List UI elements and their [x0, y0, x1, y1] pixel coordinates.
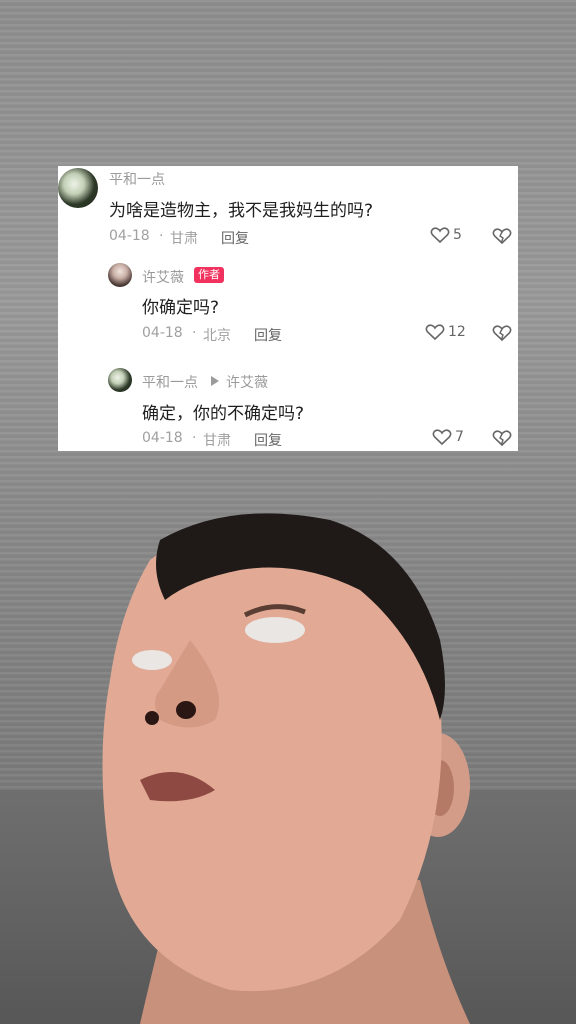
heart-icon: [425, 324, 445, 341]
comment-location: 甘肃: [170, 231, 198, 247]
broken-heart-icon[interactable]: [492, 429, 512, 447]
meta-separator: ·: [159, 228, 164, 244]
like-button[interactable]: 5: [430, 226, 462, 244]
comment-username[interactable]: 平和一点: [142, 372, 198, 392]
comment-text: 你确定吗?: [142, 298, 220, 318]
avatar[interactable]: [108, 263, 132, 287]
comment-date: 04-18: [142, 430, 183, 446]
like-count: 7: [455, 429, 464, 445]
avatar[interactable]: [58, 168, 98, 208]
comment-location: 甘肃: [203, 433, 231, 449]
author-badge: 作者: [194, 267, 224, 283]
broken-heart-icon[interactable]: [492, 324, 512, 342]
heart-icon: [430, 227, 450, 244]
reply-button[interactable]: 回复: [221, 228, 249, 248]
meta-separator: ·: [192, 430, 197, 446]
like-count: 12: [448, 324, 466, 340]
comment-username[interactable]: 许艾薇: [142, 267, 184, 287]
comment-text: 确定，你的不确定吗?: [142, 404, 305, 424]
reply-button[interactable]: 回复: [254, 430, 282, 450]
like-button[interactable]: 7: [432, 428, 464, 446]
broken-heart-icon[interactable]: [492, 227, 512, 245]
triangle-right-icon: [211, 376, 219, 386]
like-count: 5: [453, 227, 462, 243]
comment-text: 为啥是造物主，我不是我妈生的吗?: [109, 201, 374, 221]
reply-target-username[interactable]: 许艾薇: [226, 372, 268, 392]
avatar[interactable]: [108, 368, 132, 392]
comment-date: 04-18: [109, 228, 150, 244]
comment-location: 北京: [203, 328, 231, 344]
reply-button[interactable]: 回复: [254, 325, 282, 345]
comment-username[interactable]: 平和一点: [109, 169, 165, 189]
like-button[interactable]: 12: [425, 323, 466, 341]
comment-date: 04-18: [142, 325, 183, 341]
heart-icon: [432, 429, 452, 446]
meta-separator: ·: [192, 325, 197, 341]
comment-card: 平和一点 为啥是造物主，我不是我妈生的吗? 04-18 · 甘肃 回复 5 许艾…: [58, 166, 518, 451]
person-image: [102, 513, 470, 1024]
